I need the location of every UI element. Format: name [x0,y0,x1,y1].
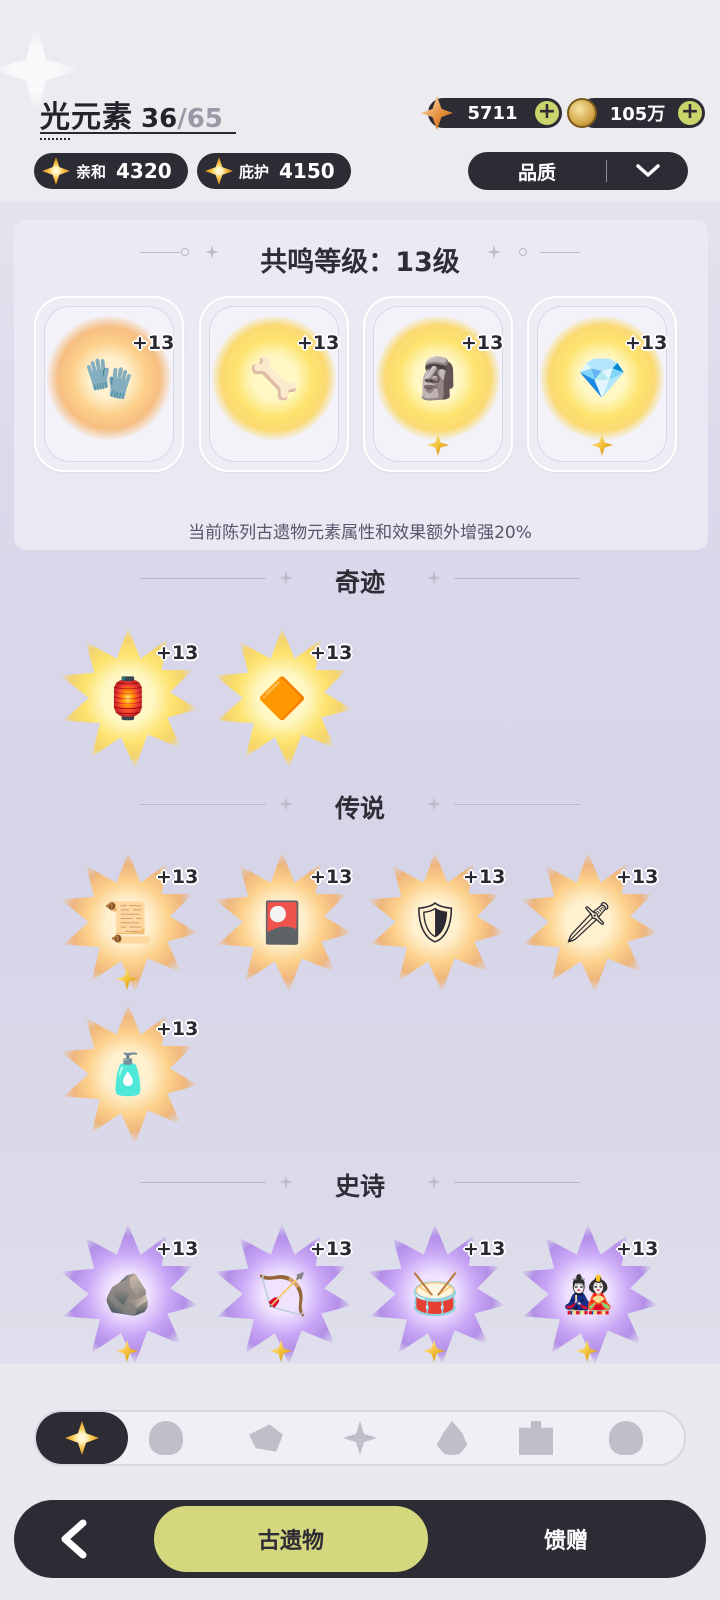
total-count: 65 [186,104,223,134]
coin-currency: 105万 + [579,98,705,128]
section-title-legend: 传说 [334,794,385,823]
level-badge: +13 [616,1238,659,1260]
relic-item[interactable]: 🛡 +13 [365,852,505,992]
resonance-slot[interactable]: 🗿 +13 [363,296,513,472]
affinity-star-icon [42,157,70,185]
winged-statue-icon: 🗿 [413,355,463,402]
affinity-label: 亲和 [76,162,107,181]
level-badge: +13 [310,1238,353,1260]
level-badge: +13 [156,1018,199,1040]
protection-star-icon [205,157,233,185]
tab-dark-element[interactable] [604,1416,648,1460]
add-gems-button[interactable]: + [535,101,559,125]
tab-wind-element[interactable] [244,1416,288,1460]
resonance-slot[interactable]: 🧤 +13 [34,296,184,472]
level-badge: +13 [625,332,668,354]
level-badge: +13 [461,332,504,354]
tab-fire-element[interactable] [430,1416,474,1460]
daruma-icon: 🎎 [563,1271,613,1318]
level-badge: +13 [297,332,340,354]
tab-crystal-element[interactable] [338,1416,382,1460]
perfume-bottle-icon: 🧴 [103,1051,153,1098]
relic-item[interactable]: 🏹 +13 [212,1224,352,1364]
relic-item[interactable]: 📜 +13 [58,852,198,992]
puzzle-element-icon [519,1421,553,1455]
relic-item[interactable]: 🧴 +13 [58,1004,198,1144]
relic-item[interactable]: 🥁 +13 [365,1224,505,1364]
element-name: 光元素 [40,100,133,135]
relic-item[interactable]: 🪨 +13 [58,1224,198,1364]
affinity-stat: 亲和 4320 [34,153,188,189]
protection-stat: 庇护 4150 [197,153,351,189]
lantern-icon: 🏮 [103,675,153,722]
octahedron-icon: 🔶 [257,675,307,722]
resonance-title: 共鸣等级：13级 [260,247,460,278]
sword-icon: 🗡 [562,899,614,946]
light-element-icon [65,1421,99,1455]
tab-puzzle-element[interactable] [514,1416,558,1460]
section-title-miracle: 奇迹 [334,568,385,597]
section-deco-line [454,1182,580,1183]
level-badge: +13 [132,332,175,354]
title-deco-dot [519,248,527,256]
cracked-stone-icon: 🪨 [103,1271,153,1318]
count-separator: / [177,104,187,134]
relic-item[interactable]: 🔶 +13 [212,628,352,768]
level-badge: +13 [156,866,199,888]
title-dots [40,138,70,140]
add-coins-button[interactable]: + [678,101,702,125]
wind-element-icon [249,1424,283,1452]
relic-item[interactable]: 🎴 +13 [212,852,352,992]
horn-bracelet-icon: 🦴 [249,355,299,402]
back-button[interactable] [14,1500,134,1578]
tab-relics[interactable]: 古遗物 [152,1504,430,1574]
resonance-slot[interactable]: 🦴 +13 [199,296,349,472]
drum-icon: 🥁 [410,1271,460,1318]
collected-count: 36 [141,104,178,134]
section-deco-line [454,578,580,579]
scroll-wing-icon: 📜 [103,899,153,946]
relic-item[interactable]: 🎎 +13 [518,1224,658,1364]
resonance-description: 当前陈列古遗物元素属性和效果额外增强20% [188,523,532,543]
protection-value: 4150 [279,159,335,183]
golden-armor-icon: 🛡 [409,899,461,946]
back-arrow-icon [61,1519,87,1559]
affinity-value: 4320 [116,159,172,183]
level-badge: +13 [463,1238,506,1260]
tab-gifts[interactable]: 馈赠 [430,1504,702,1574]
crossbow-icon: 🏹 [257,1271,307,1318]
tab-light-element[interactable] [36,1412,128,1464]
title-deco-line [540,252,580,253]
chevron-down-icon [607,163,688,179]
crystal-element-icon [343,1421,377,1455]
coin-icon [567,98,597,128]
quality-filter-dropdown[interactable]: 品质 [468,152,688,190]
level-badge: +13 [463,866,506,888]
quality-filter-label: 品质 [517,161,556,184]
dark-element-icon [609,1421,643,1455]
tab-earth-element[interactable] [144,1416,188,1460]
section-deco-line [454,804,580,805]
title-underline [40,132,236,134]
level-badge: +13 [310,642,353,664]
fire-element-icon [436,1421,468,1455]
page-title: 光元素 36 / 65 [40,92,223,136]
level-badge: +13 [156,1238,199,1260]
relic-item[interactable]: 🗡 +13 [518,852,658,992]
glove-icon: 🧤 [84,355,134,402]
level-badge: +13 [310,866,353,888]
section-title-epic: 史诗 [334,1172,385,1201]
level-badge: +13 [156,642,199,664]
protection-label: 庇护 [239,162,270,181]
resonance-slot[interactable]: 💎 +13 [527,296,677,472]
level-badge: +13 [616,866,659,888]
earth-element-icon [149,1421,183,1455]
relic-item[interactable]: 🏮 +13 [58,628,198,768]
talisman-card-icon: 🎴 [257,899,307,946]
crystal-feather-icon: 💎 [577,355,627,402]
